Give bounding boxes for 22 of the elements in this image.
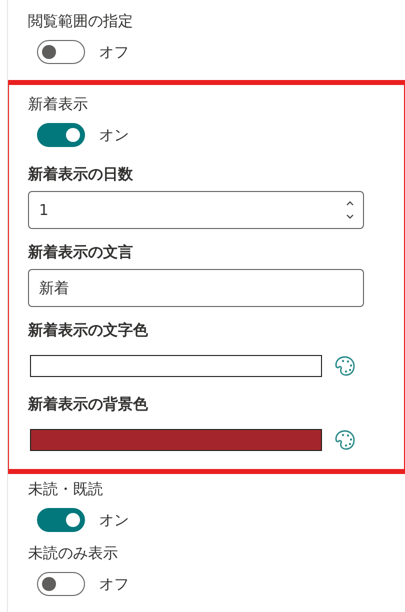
toggle-state: オフ [99, 574, 129, 594]
text-field[interactable]: 新着 [28, 269, 364, 307]
toggle-switch[interactable] [37, 40, 85, 64]
field-label: 新着表示の日数 [28, 164, 134, 185]
number-field[interactable]: 1 [28, 191, 364, 229]
setting-label: 未読・既読 [28, 479, 104, 500]
setting-label: 未読のみ表示 [28, 543, 119, 564]
setting-label: 閲覧範囲の指定 [28, 11, 134, 32]
color-swatch[interactable] [30, 429, 322, 451]
setting-label: 新着表示 [28, 94, 89, 115]
field-label: 新着表示の文字色 [28, 320, 149, 341]
toggle-switch[interactable] [37, 123, 85, 147]
palette-icon[interactable] [334, 429, 356, 451]
toggle-switch[interactable] [37, 572, 85, 596]
toggle-state: オン [99, 510, 129, 530]
field-label: 新着表示の文言 [28, 242, 134, 263]
color-swatch[interactable] [30, 355, 322, 377]
toggle-state: オン [99, 126, 129, 144]
field-label: 新着表示の背景色 [28, 394, 149, 415]
toggle-switch[interactable] [37, 508, 85, 532]
palette-icon[interactable] [334, 355, 356, 377]
toggle-state: オフ [99, 42, 129, 62]
